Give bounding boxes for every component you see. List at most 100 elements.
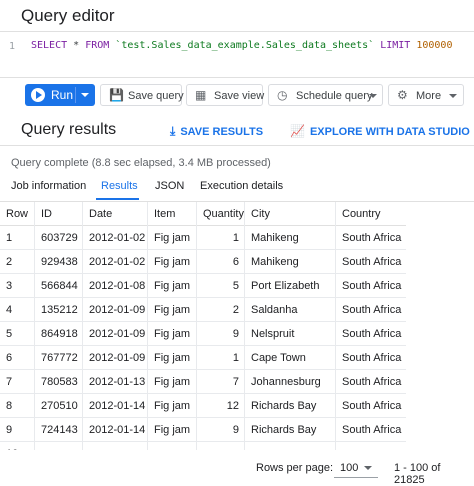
column-header[interactable]: Row (0, 202, 34, 226)
play-icon (31, 88, 45, 102)
table-cell: 9 (196, 322, 244, 346)
results-table: Row ID Date Item Quantity City Country 1 603729 2… (0, 202, 406, 450)
keyword-select: SELECT (31, 40, 68, 51)
table-cell: 780583 (34, 370, 82, 394)
table-cell: Fig jam (147, 250, 196, 274)
table-cell: 5 (6, 328, 13, 340)
tab-execution-details[interactable]: Execution details (200, 180, 283, 192)
more-button[interactable]: ⚙ More (388, 84, 464, 106)
table-cell: Fig jam (147, 370, 196, 394)
chart-icon: 📈 (290, 124, 305, 138)
table-cell (335, 442, 406, 450)
pagination: Rows per page: 100 1 - 100 of 21825 (0, 454, 474, 486)
page-range: 1 - 100 of 21825 (394, 462, 441, 486)
tab-job-information[interactable]: Job information (11, 180, 86, 192)
limit-value: 100000 (410, 40, 453, 51)
table-cell: 12 (196, 394, 244, 418)
table-header-row: Row ID Date Item Quantity City Country (0, 202, 406, 226)
table-cell (244, 442, 335, 450)
table-cell: Nelspruit (244, 322, 335, 346)
table-cell: 724143 (34, 418, 82, 442)
star-token: * (67, 40, 86, 51)
column-header[interactable]: Country (335, 202, 406, 226)
table-cell: Richards Bay (244, 418, 335, 442)
query-text[interactable]: SELECT * FROM `test.Sales_data_example.S… (31, 40, 452, 51)
table-cell: South Africa (335, 250, 406, 274)
table-cell: South Africa (335, 394, 406, 418)
table-cell: South Africa (335, 322, 406, 346)
table-cell: Fig jam (147, 274, 196, 298)
table-row: 7 780583 2012-01-13 Fig jam 7 Johannesburg Sou… (0, 370, 406, 394)
active-tab-indicator (96, 198, 139, 200)
clock-icon: ◷ (277, 88, 288, 102)
query-results-title: Query results (21, 121, 117, 138)
table-cell: 767772 (34, 346, 82, 370)
run-dropdown-icon[interactable] (81, 93, 89, 97)
table-cell: 2012-01-02 (82, 226, 147, 250)
keyword-limit: LIMIT (380, 40, 411, 51)
table-cell: Saldanha (244, 298, 335, 322)
chevron-down-icon (369, 94, 377, 98)
table-row: 2 929438 2012-01-02 Fig jam 6 Mahikeng South A… (0, 250, 406, 274)
table-cell: 2012-01-02 (82, 250, 147, 274)
run-button[interactable]: Run (25, 84, 75, 106)
query-editor[interactable]: 1 SELECT * FROM `test.Sales_data_example… (0, 31, 474, 78)
run-divider (75, 87, 76, 103)
chevron-down-icon (364, 466, 372, 470)
save-results-label: SAVE RESULTS (180, 126, 264, 138)
tab-results[interactable]: Results (101, 180, 138, 192)
table-row: 10 (0, 442, 406, 450)
table-row: 1 603729 2012-01-02 Fig jam 1 Mahikeng South A… (0, 226, 406, 250)
table-cell: South Africa (335, 298, 406, 322)
table-cell: 1 (196, 346, 244, 370)
explore-data-studio-button[interactable]: 📈 EXPLORE WITH DATA STUDIO (290, 124, 470, 138)
table-cell: Fig jam (147, 322, 196, 346)
save-results-button[interactable]: ⤓ SAVE RESULTS (170, 124, 263, 139)
table-reference: `test.Sales_data_example.Sales_data_shee… (109, 40, 381, 51)
schedule-query-label: Schedule query (296, 90, 373, 102)
table-cell: 864918 (34, 322, 82, 346)
table-cell (147, 442, 196, 450)
results-tabs: Job information Results JSON Execution d… (0, 176, 474, 201)
editor-toolbar: Run 💾 Save query ▦ Save view ◷ Schedule … (0, 84, 474, 108)
gear-icon: ⚙ (397, 88, 408, 102)
table-cell: Port Elizabeth (244, 274, 335, 298)
table-cell: 2012-01-13 (82, 370, 147, 394)
table-cell: Mahikeng (244, 250, 335, 274)
column-header[interactable]: Item (147, 202, 196, 226)
table-cell: 2 (6, 256, 13, 268)
table-cell: 9 (6, 424, 13, 436)
table-row: 6 767772 2012-01-09 Fig jam 1 Cape Town South … (0, 346, 406, 370)
table-cell: 2012-01-09 (82, 298, 147, 322)
table-cell: 6 (196, 250, 244, 274)
column-header[interactable]: ID (34, 202, 82, 226)
table-cell: 270510 (34, 394, 82, 418)
table-cell: 929438 (34, 250, 82, 274)
save-view-button[interactable]: ▦ Save view (186, 84, 264, 106)
column-header[interactable]: City (244, 202, 335, 226)
tab-json[interactable]: JSON (155, 180, 184, 192)
save-query-button[interactable]: 💾 Save query (100, 84, 184, 106)
run-label: Run (51, 88, 74, 102)
query-status: Query complete (8.8 sec elapsed, 3.4 MB … (11, 157, 271, 169)
table-cell (196, 442, 244, 450)
column-header[interactable]: Date (82, 202, 147, 226)
table-row: 9 724143 2012-01-14 Fig jam 9 Richards Bay Sou… (0, 418, 406, 442)
table-cell: Fig jam (147, 418, 196, 442)
schedule-query-button[interactable]: ◷ Schedule query (268, 84, 383, 106)
table-cell: Richards Bay (244, 394, 335, 418)
table-cell: 10 (0, 442, 34, 450)
table-cell: 2 (196, 298, 244, 322)
column-header[interactable]: Quantity (196, 202, 244, 226)
table-cell: 5 (196, 274, 244, 298)
table-cell: 9 (196, 418, 244, 442)
more-label: More (416, 90, 442, 102)
table-cell: Fig jam (147, 226, 196, 250)
table-cell: Cape Town (244, 346, 335, 370)
table-cell: 2012-01-08 (82, 274, 147, 298)
rows-per-page-select[interactable]: 100 (334, 456, 378, 478)
query-editor-title: Query editor (21, 6, 115, 25)
table-cell: South Africa (335, 346, 406, 370)
table-cell: Mahikeng (244, 226, 335, 250)
table-cell: 135212 (34, 298, 82, 322)
